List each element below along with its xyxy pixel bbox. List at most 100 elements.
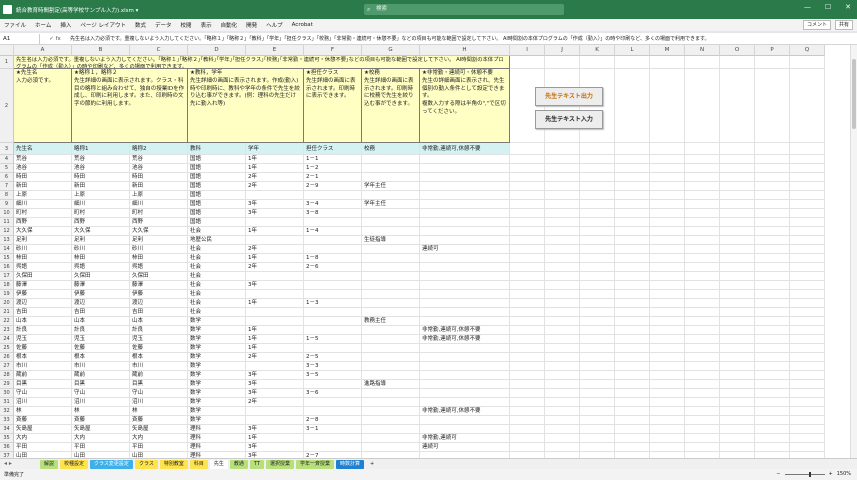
table-cell[interactable] [362, 353, 420, 362]
empty-cell[interactable] [685, 443, 720, 452]
empty-cell[interactable] [650, 69, 685, 143]
empty-cell[interactable] [755, 362, 790, 371]
table-cell[interactable]: 荒谷 [14, 155, 72, 164]
empty-cell[interactable] [510, 389, 545, 398]
table-cell[interactable] [420, 362, 510, 371]
empty-cell[interactable] [720, 218, 755, 227]
table-cell[interactable]: 細川 [130, 200, 188, 209]
empty-cell[interactable] [580, 398, 615, 407]
column-title[interactable]: 非常勤,連続可,休憩不要 [420, 143, 510, 155]
empty-cell[interactable] [580, 143, 615, 155]
empty-cell[interactable] [580, 335, 615, 344]
empty-cell[interactable] [510, 407, 545, 416]
empty-cell[interactable] [720, 263, 755, 272]
empty-cell[interactable] [685, 173, 720, 182]
empty-cell[interactable] [650, 308, 685, 317]
name-box[interactable]: A1 [0, 33, 40, 44]
empty-cell[interactable] [685, 398, 720, 407]
empty-cell[interactable] [755, 254, 790, 263]
empty-cell[interactable] [615, 398, 650, 407]
table-cell[interactable]: 大久保 [14, 227, 72, 236]
empty-cell[interactable] [685, 254, 720, 263]
column-header[interactable]: O [720, 45, 755, 56]
empty-cell[interactable] [720, 69, 755, 143]
table-cell[interactable]: 国語 [188, 191, 246, 200]
empty-cell[interactable] [790, 317, 825, 326]
table-cell[interactable]: 伊藤 [130, 290, 188, 299]
table-cell[interactable] [362, 299, 420, 308]
empty-cell[interactable] [790, 236, 825, 245]
empty-cell[interactable] [790, 272, 825, 281]
empty-cell[interactable] [685, 425, 720, 434]
table-cell[interactable]: 学年主任 [362, 182, 420, 191]
empty-cell[interactable] [510, 290, 545, 299]
table-cell[interactable] [420, 308, 510, 317]
column-header[interactable]: G [362, 45, 420, 56]
empty-cell[interactable] [580, 317, 615, 326]
empty-cell[interactable] [510, 254, 545, 263]
table-cell[interactable]: 市川 [14, 362, 72, 371]
sheet-tab[interactable]: クラス [134, 459, 158, 469]
menu-item[interactable]: データ [155, 21, 172, 29]
table-cell[interactable] [304, 398, 362, 407]
empty-cell[interactable] [615, 164, 650, 173]
empty-cell[interactable] [755, 143, 790, 155]
table-cell[interactable]: 社会 [188, 245, 246, 254]
table-cell[interactable]: 非常勤,連続可,休憩不要 [420, 407, 510, 416]
empty-cell[interactable] [510, 335, 545, 344]
empty-cell[interactable] [790, 308, 825, 317]
empty-cell[interactable] [545, 155, 580, 164]
table-cell[interactable] [304, 245, 362, 254]
empty-cell[interactable] [580, 425, 615, 434]
table-cell[interactable]: 沼川 [130, 398, 188, 407]
table-cell[interactable]: 山本 [130, 317, 188, 326]
empty-cell[interactable] [790, 371, 825, 380]
empty-cell[interactable] [615, 200, 650, 209]
table-cell[interactable]: 1年 [246, 434, 304, 443]
empty-cell[interactable] [615, 245, 650, 254]
empty-cell[interactable] [720, 299, 755, 308]
empty-cell[interactable] [755, 344, 790, 353]
table-cell[interactable] [362, 344, 420, 353]
empty-cell[interactable] [650, 398, 685, 407]
empty-cell[interactable] [755, 69, 790, 143]
table-cell[interactable]: 足利 [130, 236, 188, 245]
empty-cell[interactable] [545, 443, 580, 452]
table-cell[interactable]: 2－8 [304, 416, 362, 425]
table-cell[interactable]: 理科 [188, 425, 246, 434]
table-cell[interactable] [362, 362, 420, 371]
menu-item[interactable]: 表示 [201, 21, 212, 29]
empty-cell[interactable] [580, 389, 615, 398]
table-cell[interactable] [362, 425, 420, 434]
table-cell[interactable] [420, 209, 510, 218]
table-cell[interactable] [304, 443, 362, 452]
table-cell[interactable] [362, 389, 420, 398]
column-header[interactable]: D [188, 45, 246, 56]
table-cell[interactable]: 2年 [246, 245, 304, 254]
empty-cell[interactable] [685, 245, 720, 254]
empty-cell[interactable] [545, 182, 580, 191]
column-header[interactable]: F [304, 45, 362, 56]
table-cell[interactable]: 大久保 [72, 227, 130, 236]
empty-cell[interactable] [755, 155, 790, 164]
empty-cell[interactable] [720, 416, 755, 425]
table-cell[interactable]: 新田 [14, 182, 72, 191]
column-title[interactable]: 略称2 [130, 143, 188, 155]
empty-cell[interactable] [720, 191, 755, 200]
table-cell[interactable] [362, 326, 420, 335]
row-header[interactable]: 8 [0, 191, 14, 200]
empty-cell[interactable] [685, 227, 720, 236]
table-cell[interactable]: 目黒 [14, 380, 72, 389]
table-cell[interactable] [362, 272, 420, 281]
table-cell[interactable]: 社会 [188, 290, 246, 299]
table-cell[interactable]: 町村 [130, 209, 188, 218]
table-cell[interactable] [420, 389, 510, 398]
table-cell[interactable] [420, 416, 510, 425]
table-cell[interactable]: 進路指導 [362, 380, 420, 389]
empty-cell[interactable] [615, 425, 650, 434]
empty-cell[interactable] [755, 200, 790, 209]
maximize-button[interactable]: ☐ [825, 3, 831, 11]
empty-cell[interactable] [790, 425, 825, 434]
table-cell[interactable]: 社会 [188, 299, 246, 308]
menu-item[interactable]: 自動化 [221, 21, 238, 29]
